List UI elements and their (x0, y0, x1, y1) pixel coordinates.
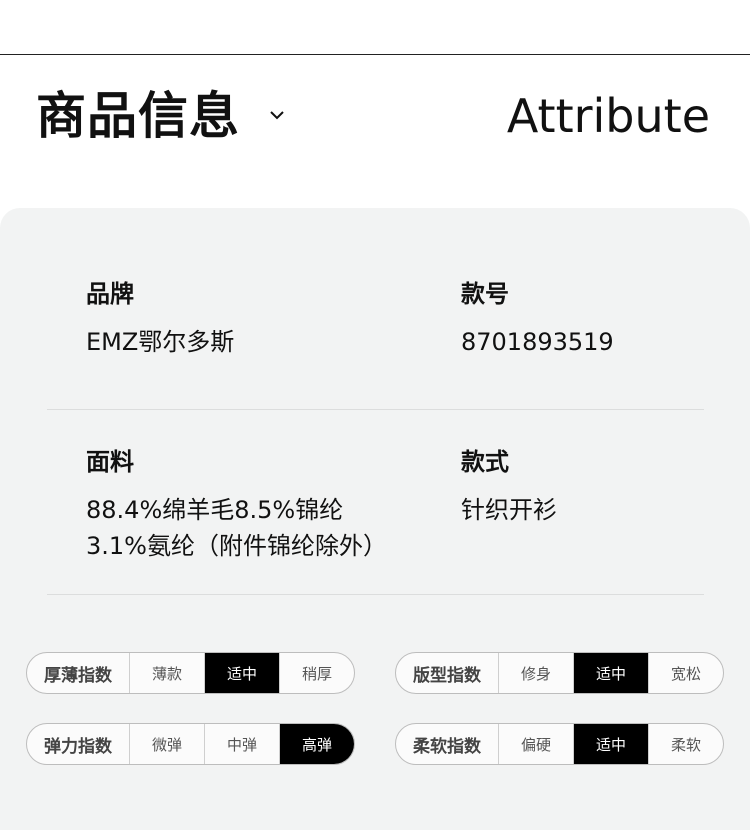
attribute-label: 款号 (461, 280, 509, 308)
attribute-value: 针织开衫 (461, 496, 557, 524)
index-option-selected[interactable]: 适中 (205, 653, 280, 693)
index-option-selected[interactable]: 适中 (574, 653, 649, 693)
softness-index: 柔软指数 偏硬 适中 柔软 (395, 723, 724, 765)
thickness-index: 厚薄指数 薄款 适中 稍厚 (26, 652, 355, 694)
top-divider (0, 54, 750, 55)
index-option[interactable]: 柔软 (649, 724, 723, 764)
section-title-en: Attribute (506, 89, 710, 143)
index-option[interactable]: 修身 (499, 653, 574, 693)
index-label: 弹力指数 (27, 724, 130, 764)
index-label: 柔软指数 (396, 724, 499, 764)
index-option[interactable]: 中弹 (205, 724, 280, 764)
index-option-selected[interactable]: 高弹 (280, 724, 354, 764)
attribute-label: 品牌 (86, 280, 134, 308)
attribute-brand: 品牌 EMZ鄂尔多斯 (86, 278, 234, 360)
attribute-value-line: 88.4%绵羊毛8.5%锦纶 (86, 496, 344, 524)
fit-index: 版型指数 修身 适中 宽松 (395, 652, 724, 694)
attribute-label: 面料 (86, 448, 134, 476)
attribute-value-line: 3.1%氨纶（附件锦纶除外） (86, 532, 387, 560)
attribute-value: 88.4%绵羊毛8.5%锦纶 3.1%氨纶（附件锦纶除外） (86, 492, 387, 564)
attribute-panel: 品牌 EMZ鄂尔多斯 款号 8701893519 面料 88.4%绵羊毛8.5%… (0, 208, 750, 830)
index-option[interactable]: 宽松 (649, 653, 723, 693)
index-option[interactable]: 稍厚 (280, 653, 354, 693)
row-divider (47, 594, 704, 595)
index-option-selected[interactable]: 适中 (574, 724, 649, 764)
elasticity-index: 弹力指数 微弹 中弹 高弹 (26, 723, 355, 765)
row-divider (47, 409, 704, 410)
index-label: 版型指数 (396, 653, 499, 693)
section-title: 商品信息 (36, 87, 240, 145)
index-option[interactable]: 偏硬 (499, 724, 574, 764)
attribute-style-number: 款号 8701893519 (461, 278, 614, 360)
attribute-value: EMZ鄂尔多斯 (86, 328, 235, 356)
attribute-value: 8701893519 (461, 328, 614, 356)
attribute-style: 款式 针织开衫 (461, 446, 557, 528)
index-label: 厚薄指数 (27, 653, 130, 693)
index-option[interactable]: 薄款 (130, 653, 205, 693)
chevron-down-icon[interactable] (266, 104, 288, 126)
attribute-label: 款式 (461, 448, 509, 476)
index-option[interactable]: 微弹 (130, 724, 205, 764)
attribute-fabric: 面料 88.4%绵羊毛8.5%锦纶 3.1%氨纶（附件锦纶除外） (86, 446, 387, 564)
